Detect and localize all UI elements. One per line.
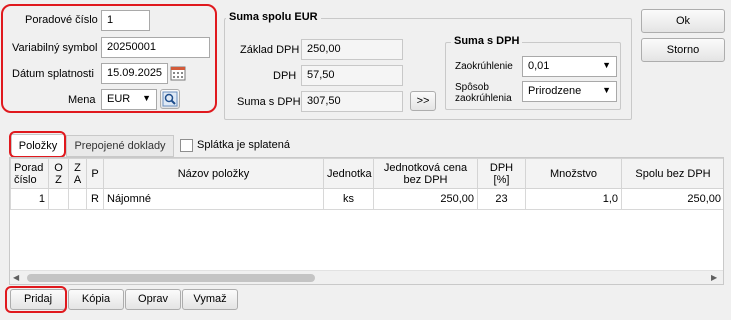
- cell-jednotkova-cena: 250,00: [373, 188, 478, 210]
- vymaz-button[interactable]: Vymaž: [182, 289, 238, 310]
- expand-button[interactable]: >>: [410, 91, 436, 111]
- mena-lookup-button[interactable]: [160, 89, 180, 109]
- suma-s-dph-label: Suma s DPH: [237, 96, 301, 108]
- poradove-cislo-input[interactable]: 1: [101, 10, 150, 31]
- col-nazov[interactable]: Názov položky: [103, 158, 324, 189]
- suma-s-dph-value: 307,50: [301, 91, 403, 112]
- cell-dph: 23: [477, 188, 526, 210]
- cell-mnozstvo: 1,0: [525, 188, 622, 210]
- col-oz[interactable]: O Z: [48, 158, 69, 189]
- poradove-cislo-label: Poradové číslo: [25, 14, 98, 26]
- ok-button[interactable]: Ok: [641, 9, 725, 33]
- dph-value: 57,50: [301, 65, 403, 86]
- variabilny-symbol-label: Variabilný symbol: [12, 42, 98, 54]
- col-jednotkova-cena[interactable]: Jednotková cena bez DPH: [373, 158, 478, 189]
- highlight-pridaj: [5, 286, 67, 313]
- calendar-icon[interactable]: [170, 65, 186, 81]
- mena-label: Mena: [68, 94, 96, 106]
- suma-spolu-title: Suma spolu EUR: [226, 11, 321, 23]
- col-porad-cislo[interactable]: Porad číslo: [10, 158, 49, 189]
- zaokruhlenie-value: 0,01: [528, 60, 550, 72]
- items-table: Porad číslo O Z Z A P Názov položky Jedn…: [10, 158, 723, 210]
- zaklad-dph-value: 250,00: [301, 39, 403, 60]
- cell-oz: [48, 188, 69, 210]
- zaklad-dph-label: Základ DPH: [240, 44, 300, 56]
- col-jednotka[interactable]: Jednotka: [323, 158, 374, 189]
- zaokruhlenie-label: Zaokrúhlenie: [455, 61, 513, 72]
- datum-splatnosti-input[interactable]: 15.09.2025: [101, 63, 168, 84]
- horizontal-scrollbar[interactable]: ◀ ▶: [10, 270, 723, 284]
- sposob-zaokruhlenia-select[interactable]: Prirodzene ▼: [522, 81, 617, 102]
- col-p[interactable]: P: [86, 158, 104, 189]
- col-mnozstvo[interactable]: Množstvo: [525, 158, 622, 189]
- search-icon: [162, 91, 178, 107]
- chevron-down-icon: ▼: [602, 60, 611, 70]
- col-spolu-bez-dph[interactable]: Spolu bez DPH: [621, 158, 723, 189]
- col-dph[interactable]: DPH [%]: [477, 158, 526, 189]
- scroll-right-icon[interactable]: ▶: [711, 273, 717, 282]
- col-za[interactable]: Z A: [68, 158, 87, 189]
- splatka-checkbox-label: Splátka je splatená: [197, 139, 290, 151]
- tab-prepojene-label: Prepojené doklady: [74, 140, 166, 152]
- variabilny-symbol-input[interactable]: 20250001: [101, 37, 210, 58]
- cell-za: [68, 188, 87, 210]
- table-row[interactable]: 1 R Nájomné ks 250,00 23 1,0 250,00: [10, 188, 723, 210]
- dph-label: DPH: [273, 70, 297, 82]
- storno-button[interactable]: Storno: [641, 38, 725, 62]
- datum-splatnosti-label: Dátum splatnosti: [12, 68, 94, 80]
- table-header-row: Porad číslo O Z Z A P Názov položky Jedn…: [10, 158, 723, 189]
- kopia-button[interactable]: Kópia: [68, 289, 124, 310]
- mena-select[interactable]: EUR ▼: [101, 89, 157, 110]
- zaokruhlenie-select[interactable]: 0,01 ▼: [522, 56, 617, 77]
- oprav-button[interactable]: Oprav: [125, 289, 181, 310]
- mena-value: EUR: [107, 93, 131, 105]
- cell-nazov: Nájomné: [103, 188, 324, 210]
- highlight-tab-polozky: [9, 131, 66, 158]
- scrollbar-thumb[interactable]: [27, 274, 315, 282]
- sposob-zaokruhlenia-label: Spôsob zaokrúhlenia: [455, 82, 512, 104]
- cell-p: R: [86, 188, 104, 210]
- chevron-down-icon: ▼: [602, 85, 611, 95]
- tab-prepojene[interactable]: Prepojené doklady: [66, 135, 174, 157]
- cell-spolu-bez-dph: 250,00: [621, 188, 723, 210]
- items-panel: Porad číslo O Z Z A P Názov položky Jedn…: [9, 157, 724, 285]
- cell-jednotka: ks: [323, 188, 374, 210]
- suma-s-dph-title: Suma s DPH: [451, 35, 523, 47]
- scroll-left-icon[interactable]: ◀: [13, 273, 19, 282]
- sposob-zaokruhlenia-value: Prirodzene: [528, 85, 582, 97]
- chevron-down-icon: ▼: [142, 93, 151, 103]
- cell-porad-cislo: 1: [10, 188, 49, 210]
- splatka-checkbox[interactable]: [180, 139, 193, 152]
